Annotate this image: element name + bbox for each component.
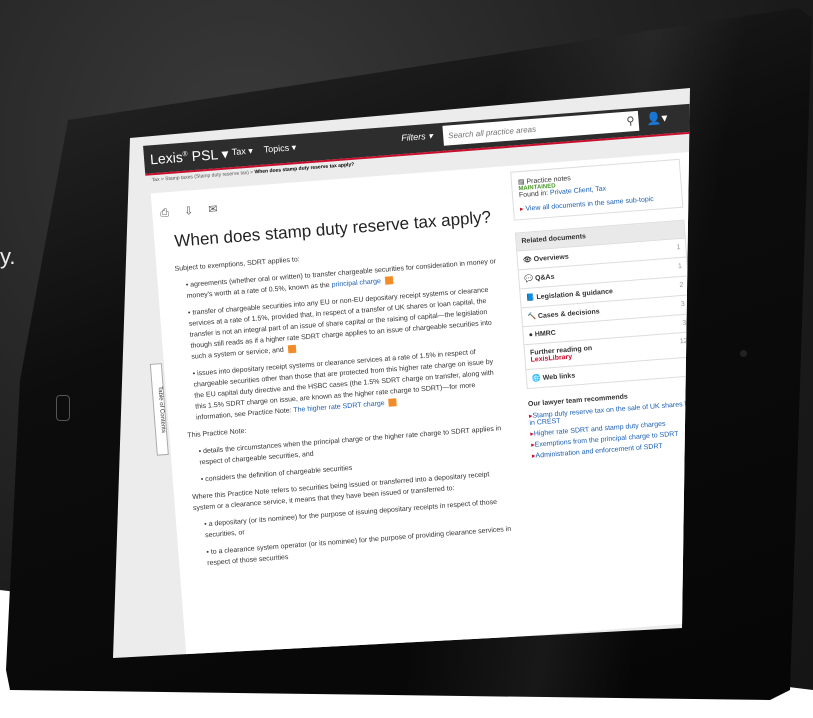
camera: [740, 350, 747, 357]
home-button[interactable]: [56, 395, 70, 421]
print-icon[interactable]: ⎙: [160, 207, 170, 220]
filters-button[interactable]: Filters ▾: [401, 131, 433, 144]
toc-tab[interactable]: Table of Contents: [149, 363, 169, 456]
higher-rate-link[interactable]: The higher rate SDRT charge: [293, 400, 385, 414]
doc-body: Subject to exemptions, SDRT applies to: …: [174, 239, 519, 576]
search-icon[interactable]: ⚲: [626, 114, 635, 128]
related-docs: Related documents 👁 Overviews 1 💬 Q&As 1 📘…: [514, 219, 690, 390]
document-page: ⎙ ⇩ ✉ When does stamp duty reserve tax a…: [149, 152, 690, 658]
search-box: ⚲: [442, 110, 640, 146]
screen-content: Lexis® PSL ▾ Tax ▾ Topics ▾ Filters ▾ ⚲ …: [140, 88, 690, 658]
note-icon[interactable]: [287, 344, 296, 354]
note-icon[interactable]: [384, 276, 394, 285]
nav-tax[interactable]: Tax ▾: [231, 145, 253, 158]
doc-toolbar: ⎙ ⇩ ✉: [160, 201, 230, 220]
note-icon[interactable]: [388, 398, 397, 407]
sidebar: ▤ Practice notes MAINTAINED Found in: Pr…: [510, 158, 690, 463]
user-icon[interactable]: 👤▾: [646, 111, 668, 127]
nav-topics[interactable]: Topics ▾: [263, 142, 296, 155]
logo[interactable]: Lexis® PSL ▾: [150, 145, 230, 168]
email-icon[interactable]: ✉: [208, 203, 218, 216]
download-icon[interactable]: ⇩: [184, 205, 194, 218]
tablet: Lexis® PSL ▾ Tax ▾ Topics ▾ Filters ▾ ⚲ …: [0, 0, 813, 718]
practice-box: ▤ Practice notes MAINTAINED Found in: Pr…: [510, 158, 684, 221]
principal-charge-link[interactable]: principal charge: [331, 278, 381, 289]
